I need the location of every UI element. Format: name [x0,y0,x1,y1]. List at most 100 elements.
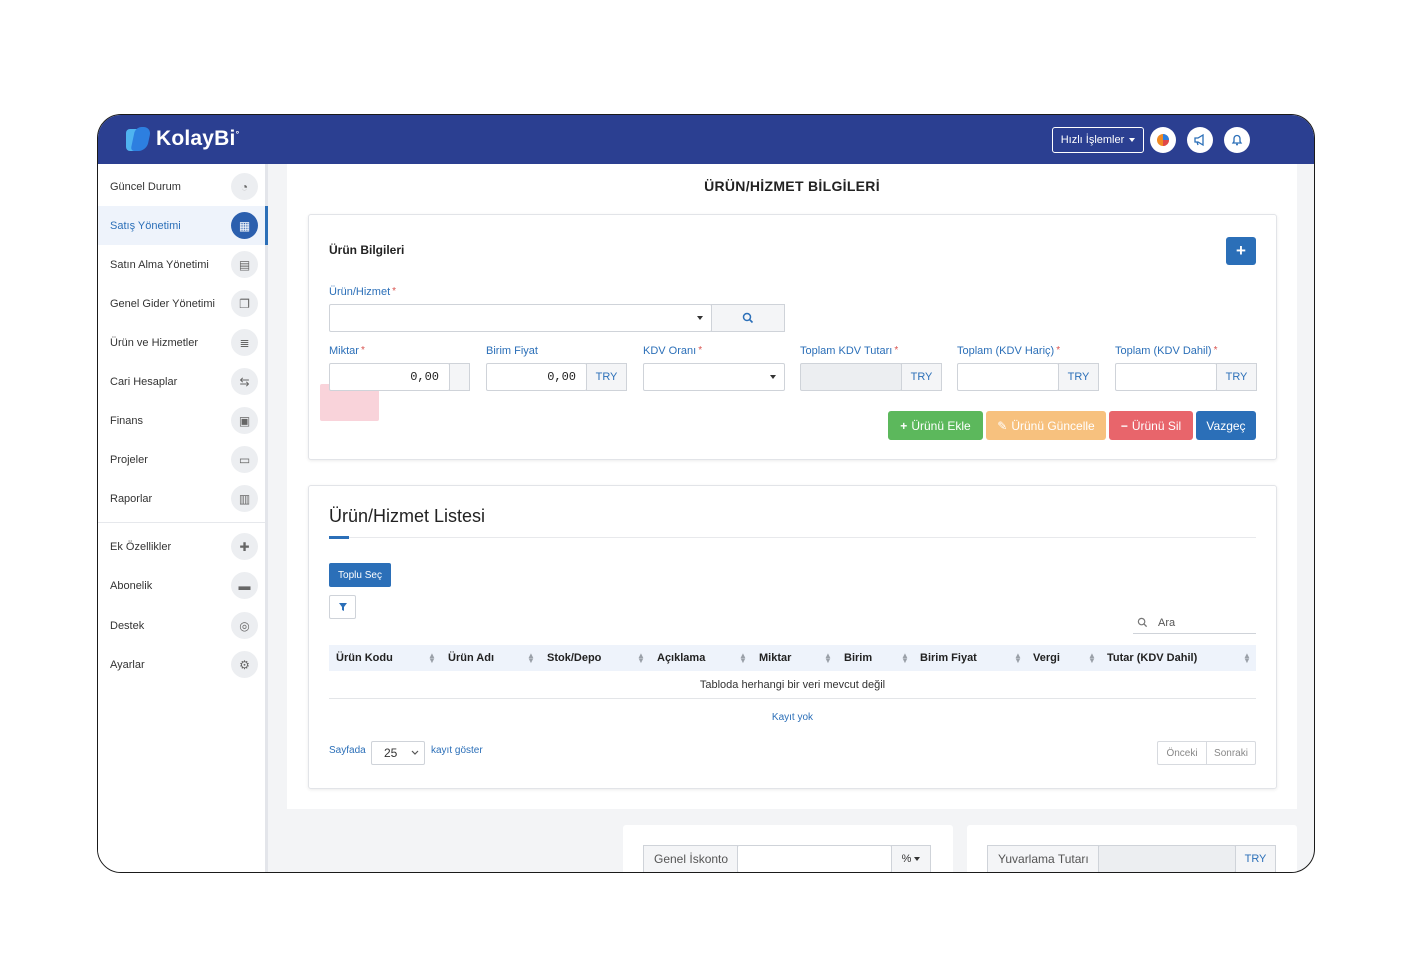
total-excl-vat-label: Toplam (KDV Hariç) * [957,345,1061,357]
total-excl-vat-input[interactable] [957,363,1059,391]
bar-chart-icon: ▥ [231,485,258,512]
previous-page-button[interactable]: Önceki [1158,742,1206,764]
column-header-aciklama[interactable]: Açıklama [657,652,705,664]
quick-actions-label: Hızlı İşlemler [1060,134,1125,146]
brand-name: KolayBi° [156,127,240,150]
per-page-suffix: kayıt göster [431,745,483,756]
product-service-label: Ürün/Hizmet * [329,286,397,298]
product-list-card: Ürün/Hizmet Listesi Toplu Seç Ara Ürün K… [308,485,1277,789]
column-header-miktar[interactable]: Miktar [759,652,791,664]
main-content: ÜRÜN/HİZMET BİLGİLERİ Ürün Bilgileri + Ü… [287,164,1297,809]
per-page-select[interactable]: 25 [371,741,425,765]
sort-icon[interactable]: ▲ ▼ [1088,652,1096,665]
megaphone-icon[interactable] [1187,127,1213,153]
cancel-button[interactable]: Vazgeç [1196,411,1256,440]
sidebar-item-raporlar[interactable]: Raporlar ▥ [98,479,265,518]
search-icon [742,312,754,324]
unit-price-currency: TRY [586,363,627,391]
add-product-button[interactable]: + [1226,237,1256,265]
sidebar-item-label: Raporlar [110,492,153,505]
title-divider [329,537,1256,538]
sidebar: Güncel Durum ◔ Satış Yönetimi ▦ Satın Al… [98,164,268,872]
delete-item-button[interactable]: − Ürünü Sil [1109,411,1193,440]
gears-icon: ⚙ [231,651,258,678]
sort-icon[interactable]: ▲ ▼ [739,652,747,665]
unit-price-input[interactable]: 0,00 [486,363,587,391]
brand-logo[interactable]: KolayBi° [126,127,239,151]
discount-card: Genel İskonto % [623,825,953,872]
filter-icon [338,603,347,611]
database-icon: ≣ [231,329,258,356]
total-vat-input [800,363,902,391]
column-header-birim[interactable]: Birim [844,652,872,664]
per-page-value: 25 [384,746,398,760]
sidebar-item-satin-alma[interactable]: Satın Alma Yönetimi ▤ [98,245,265,284]
app-window: KolayBi° Hızlı İşlemler Güncel Durum ◔ S… [97,114,1315,873]
sidebar-item-abonelik[interactable]: Abonelik ▬ [98,566,265,605]
sidebar-item-destek[interactable]: Destek ◎ [98,606,265,645]
sidebar-item-urun-hizmetler[interactable]: Ürün ve Hizmetler ≣ [98,323,265,362]
quantity-label: Miktar * [329,345,365,357]
add-item-button[interactable]: + Ürünü Ekle [888,411,983,440]
search-placeholder: Ara [1158,616,1176,629]
sidebar-item-genel-gider[interactable]: Genel Gider Yönetimi ❐ [98,284,265,323]
sidebar-item-label: Satış Yönetimi [110,219,181,232]
total-vat-label: Toplam KDV Tutarı * [800,345,899,357]
calculator-icon: ▦ [231,212,258,239]
sort-icon[interactable]: ▲ ▼ [1014,652,1022,665]
update-item-button[interactable]: ✎ Ürünü Güncelle [986,411,1106,440]
sort-icon[interactable]: ▲ ▼ [637,652,645,665]
column-header-urun-kodu[interactable]: Ürün Kodu [336,652,393,664]
column-header-vergi[interactable]: Vergi [1033,652,1060,664]
product-search-button[interactable] [711,304,785,332]
bulk-select-button[interactable]: Toplu Seç [329,563,391,587]
rounding-label: Yuvarlama Tutarı [987,845,1099,872]
lifebuoy-icon: ◎ [231,612,258,639]
product-service-select[interactable] [329,304,712,332]
total-vat-currency: TRY [901,363,942,391]
per-page-prefix: Sayfada [329,745,366,756]
bell-icon[interactable] [1224,127,1250,153]
page-title: ÜRÜN/HİZMET BİLGİLERİ [704,178,880,194]
copy-icon: ❐ [231,290,258,317]
total-incl-vat-input[interactable] [1115,363,1217,391]
sidebar-item-ayarlar[interactable]: Ayarlar ⚙ [98,645,265,684]
sort-icon[interactable]: ▲ ▼ [901,652,909,665]
chevron-down-icon [697,316,703,320]
search-icon [1137,617,1148,628]
chevron-down-icon [770,375,776,379]
sort-icon[interactable]: ▲ ▼ [824,652,832,665]
next-page-button[interactable]: Sonraki [1206,742,1255,764]
column-header-tutar[interactable]: Tutar (KDV Dahil) [1107,652,1197,664]
sidebar-item-label: Güncel Durum [110,180,181,193]
title-accent [329,536,349,539]
logo-mark-icon [126,127,152,151]
sidebar-item-label: Finans [110,414,144,427]
quantity-input[interactable]: 0,00 [329,363,450,391]
column-header-birim-fiyat[interactable]: Birim Fiyat [920,652,977,664]
sidebar-item-cari-hesaplar[interactable]: Cari Hesaplar ⇆ [98,362,265,401]
quick-actions-button[interactable]: Hızlı İşlemler [1052,127,1144,153]
sidebar-item-projeler[interactable]: Projeler ▭ [98,440,265,479]
discount-unit-dropdown[interactable]: % [891,845,931,872]
total-incl-vat-label: Toplam (KDV Dahil) * [1115,345,1218,357]
dashboard-icon: ◔ [231,173,258,200]
empty-table-message: Tabloda herhangi bir veri mevcut değil [329,675,1256,699]
sidebar-item-ek-ozellikler[interactable]: Ek Özellikler ✚ [98,527,265,566]
color-wheel-icon[interactable] [1150,127,1176,153]
sidebar-item-guncel-durum[interactable]: Güncel Durum ◔ [98,167,265,206]
filter-button[interactable] [329,595,356,619]
sort-icon[interactable]: ▲ ▼ [527,652,535,665]
list-search[interactable]: Ara [1133,612,1256,634]
sidebar-item-finans[interactable]: Finans ▣ [98,401,265,440]
quantity-addon [449,363,470,391]
sort-icon[interactable]: ▲ ▼ [1243,652,1251,665]
discount-unit-value: % [901,853,912,865]
column-header-stok-depo[interactable]: Stok/Depo [547,652,601,664]
plus-icon: + [900,418,908,433]
sidebar-item-satis-yonetimi[interactable]: Satış Yönetimi ▦ [98,206,268,245]
column-header-urun-adi[interactable]: Ürün Adı [448,652,494,664]
discount-input[interactable] [737,845,892,872]
vat-rate-select[interactable] [643,363,785,391]
sort-icon[interactable]: ▲ ▼ [428,652,436,665]
